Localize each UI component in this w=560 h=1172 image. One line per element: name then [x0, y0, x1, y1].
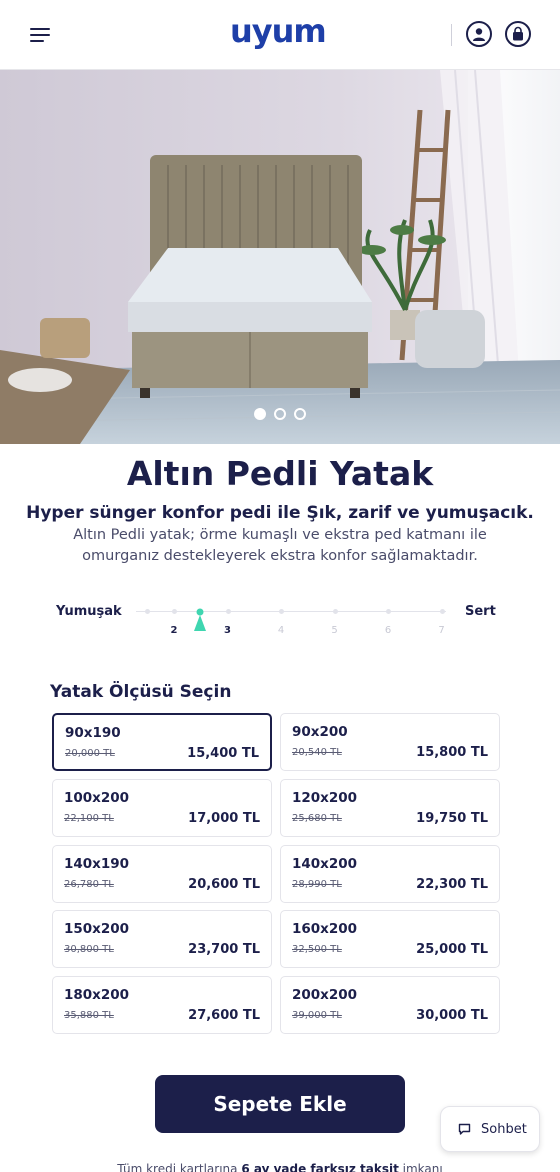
firmness-tick [386, 609, 391, 614]
size-option-price: 19,750 TL [416, 810, 488, 826]
firmness-scale-number: 6 [384, 625, 392, 636]
brand-logo[interactable]: uyum [230, 12, 327, 50]
size-option[interactable]: 150x200 30,800 TL 23,700 TL [52, 910, 272, 969]
chat-label: Sohbet [481, 1122, 527, 1137]
hero-carousel[interactable] [0, 70, 560, 444]
size-option[interactable]: 160x200 32,500 TL 25,000 TL [280, 910, 500, 969]
user-icon[interactable] [466, 21, 492, 47]
installment-note: Tüm kredi kartlarına 6 ay vade farksız t… [0, 1162, 560, 1172]
site-header: uyum [0, 0, 560, 70]
size-option-price: 30,000 TL [416, 1008, 488, 1024]
size-option-old-price: 28,990 TL [292, 878, 342, 890]
firmness-tick [172, 609, 177, 614]
carousel-dot-2[interactable] [274, 408, 286, 420]
bedroom-photo [0, 70, 560, 444]
size-heading: Yatak Ölçüsü Seçin [50, 682, 232, 702]
size-option-price: 20,600 TL [188, 876, 260, 892]
size-option-old-price: 20,540 TL [292, 747, 342, 758]
firmness-marker-icon [194, 608, 206, 631]
size-option-name: 140x190 [64, 855, 130, 872]
firmness-scale-number: 2 [170, 625, 178, 636]
size-option-old-price: 25,680 TL [292, 812, 342, 824]
size-option-old-price: 35,880 TL [64, 1010, 114, 1022]
product-description: Altın Pedli yatak; örme kumaşlı ve ekstr… [73, 527, 487, 564]
hamburger-menu-icon[interactable] [30, 28, 52, 44]
size-option-old-price: 20,000 TL [65, 748, 115, 759]
firmness-tick [145, 609, 151, 614]
size-option-old-price: 39,000 TL [292, 1010, 342, 1022]
size-option-name: 120x200 [292, 789, 358, 806]
size-option[interactable]: 120x200 25,680 TL 19,750 TL [280, 778, 500, 837]
firmness-hard-label: Sert [465, 604, 496, 619]
shopping-bag-icon[interactable] [505, 21, 531, 47]
size-option-price: 25,000 TL [416, 942, 488, 958]
size-option-name: 150x200 [64, 921, 130, 938]
firmness-tick [439, 609, 445, 614]
firmness-tick [225, 609, 231, 614]
size-option[interactable]: 200x200 39,000 TL 30,000 TL [280, 976, 500, 1035]
size-option-old-price: 22,100 TL [64, 812, 114, 824]
size-option-price: 15,800 TL [416, 745, 488, 760]
firmness-tick [332, 609, 338, 614]
firmness-scale-number: 5 [331, 625, 338, 636]
size-option-old-price: 32,500 TL [292, 944, 342, 956]
size-option[interactable]: 100x200 22,100 TL 17,000 TL [52, 778, 272, 837]
installment-note-suffix: imkanı [398, 1162, 443, 1172]
size-option-old-price: 30,800 TL [64, 944, 114, 956]
size-option[interactable]: 140x190 26,780 TL 20,600 TL [52, 844, 272, 903]
size-option-name: 100x200 [64, 789, 130, 806]
size-option[interactable]: 90x190 20,000 TL 15,400 TL [52, 713, 272, 771]
firmness-soft-label: Yumuşak [56, 604, 122, 619]
size-option-price: 27,600 TL [188, 1008, 260, 1024]
product-title: Altın Pedli Yatak [126, 454, 434, 493]
carousel-dot-3[interactable] [294, 408, 306, 420]
size-option[interactable]: 180x200 35,880 TL 27,600 TL [52, 976, 272, 1035]
size-option-name: 140x200 [292, 855, 358, 872]
size-option-price: 17,000 TL [188, 810, 260, 826]
firmness-scale-number: 4 [277, 625, 285, 636]
chat-bubble-icon [458, 1123, 471, 1135]
installment-note-prefix: Tüm kredi kartlarına [117, 1162, 242, 1172]
firmness-track [136, 611, 446, 612]
firmness-tick [279, 609, 284, 614]
size-option-price: 22,300 TL [416, 876, 488, 892]
size-option-name: 200x200 [292, 987, 358, 1004]
chat-button[interactable]: Sohbet [440, 1106, 540, 1152]
installment-note-bold: 6 ay vade farksız taksit [241, 1162, 399, 1172]
size-option-name: 160x200 [292, 921, 358, 938]
carousel-dot-1[interactable] [254, 408, 266, 420]
size-option-price: 15,400 TL [187, 746, 259, 761]
product-subtitle: Hyper sünger konfor pedi ile Şık, zarif … [26, 503, 534, 523]
size-option-name: 90x200 [292, 724, 348, 740]
size-option[interactable]: 140x200 28,990 TL 22,300 TL [280, 844, 500, 903]
size-option-name: 90x190 [65, 725, 121, 741]
size-option-old-price: 26,780 TL [64, 878, 114, 890]
size-option-price: 23,700 TL [188, 942, 260, 958]
firmness-scale-number: 7 [438, 625, 445, 636]
header-divider [451, 24, 452, 46]
add-to-cart-button[interactable]: Sepete Ekle [155, 1075, 405, 1133]
carousel-dots [0, 408, 560, 420]
firmness-scale-number: 3 [224, 625, 231, 636]
size-option[interactable]: 90x200 20,540 TL 15,800 TL [280, 713, 500, 771]
size-option-name: 180x200 [64, 987, 130, 1004]
